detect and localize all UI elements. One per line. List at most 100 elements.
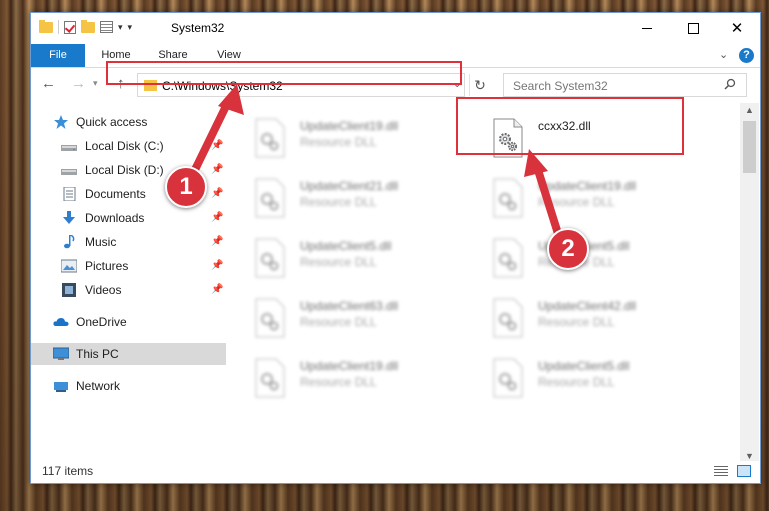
file-type: Resource DLL: [300, 255, 377, 269]
sidebar-item-label: Local Disk (D:): [85, 163, 164, 177]
pin-icon[interactable]: 📌: [211, 135, 223, 157]
pin-icon[interactable]: 📌: [211, 183, 223, 205]
sidebar-item-label: Videos: [85, 283, 122, 297]
pin-icon[interactable]: 📌: [211, 159, 223, 181]
forward-arrow-icon[interactable]: →: [71, 75, 86, 92]
maximize-button[interactable]: [670, 13, 716, 43]
file-type: Resource DLL: [300, 135, 377, 149]
list-item[interactable]: UpdateClient63.dll Resource DLL: [251, 296, 481, 352]
file-name: UpdateClient42.dll: [538, 299, 637, 313]
file-type: Resource DLL: [300, 375, 377, 389]
file-name: UpdateClient19.dll: [300, 119, 399, 133]
star-icon: [54, 115, 68, 129]
address-bar-highlight: [106, 61, 462, 85]
documents-icon: [63, 187, 76, 201]
sidebar-item-videos[interactable]: Videos 📌: [31, 279, 226, 301]
downloads-icon: [63, 211, 75, 224]
list-item[interactable]: UpdateClient42.dll Resource DLL: [489, 296, 719, 352]
sidebar-item-label: Documents: [85, 187, 146, 201]
list-item[interactable]: UpdateClient5.dll Resource DLL: [489, 356, 719, 412]
sidebar-item-music[interactable]: Music 📌: [31, 231, 226, 253]
sidebar-item-label: Network: [76, 379, 121, 393]
sidebar-item-label: Local Disk (C:): [85, 139, 164, 153]
pin-icon[interactable]: 📌: [211, 279, 223, 301]
dll-file-icon: [255, 178, 285, 218]
folder-icon[interactable]: [39, 19, 53, 33]
onedrive-icon: [53, 318, 69, 326]
back-arrow-icon[interactable]: ←: [41, 75, 56, 92]
sidebar-item-quick-access[interactable]: Quick access: [31, 111, 226, 133]
search-input[interactable]: Search System32: [513, 79, 608, 93]
tab-file[interactable]: File: [31, 44, 85, 67]
file-name: UpdateClient21.dll: [300, 179, 399, 193]
expand-ribbon-icon[interactable]: ⌄: [719, 48, 728, 61]
properties-check-icon[interactable]: [64, 20, 76, 34]
search-box[interactable]: Search System32: [503, 73, 747, 97]
scroll-up-icon[interactable]: ▲: [745, 105, 754, 115]
pin-icon[interactable]: 📌: [211, 255, 223, 277]
status-bar: 117 items: [31, 461, 760, 483]
file-type: Resource DLL: [538, 195, 615, 209]
dll-file-icon: [493, 178, 523, 218]
file-type: Resource DLL: [300, 315, 377, 329]
recent-locations-chevron-icon[interactable]: ▾: [93, 78, 98, 89]
sidebar-item-this-pc[interactable]: This PC: [31, 343, 226, 365]
list-item[interactable]: UpdateClient19.dll Resource DLL: [251, 116, 481, 172]
file-type: Resource DLL: [538, 375, 615, 389]
properties-icon[interactable]: [100, 21, 113, 33]
list-item[interactable]: UpdateClient19.dll Resource DLL: [251, 356, 481, 412]
search-icon: [724, 78, 736, 90]
dll-file-icon: [255, 118, 285, 158]
dll-file-icon: [255, 298, 285, 338]
drive-icon: [61, 169, 77, 175]
list-item[interactable]: UpdateClient5.dll Resource DLL: [251, 236, 481, 292]
file-name: UpdateClient63.dll: [300, 299, 399, 313]
sidebar-item-onedrive[interactable]: OneDrive: [31, 311, 226, 333]
file-name: UpdateClient5.dll: [300, 239, 392, 253]
file-name: UpdateClient19.dll: [538, 179, 637, 193]
dll-file-icon: [493, 298, 523, 338]
details-view-icon[interactable]: [714, 466, 728, 477]
scrollbar-thumb[interactable]: [743, 121, 756, 173]
refresh-icon[interactable]: ↻: [469, 74, 490, 96]
scroll-down-icon[interactable]: ▼: [745, 451, 754, 461]
dll-file-icon: [255, 238, 285, 278]
sidebar-item-downloads[interactable]: Downloads 📌: [31, 207, 226, 229]
pin-icon[interactable]: 📌: [211, 231, 223, 253]
videos-icon: [62, 283, 76, 297]
sidebar-item-network[interactable]: Network: [31, 375, 226, 397]
window-title: System32: [171, 21, 225, 35]
file-name: UpdateClient19.dll: [300, 359, 399, 373]
list-item[interactable]: UpdateClient19.dll Resource DLL: [489, 176, 719, 232]
sidebar-item-pictures[interactable]: Pictures 📌: [31, 255, 226, 277]
file-type: Resource DLL: [300, 195, 377, 209]
file-highlight: [456, 97, 684, 155]
file-list: UpdateClient19.dll Resource DLL UpdateCl…: [249, 106, 739, 461]
sidebar-item-label: Downloads: [85, 211, 145, 225]
quick-access-toolbar: ▾ ▾: [39, 19, 133, 34]
music-icon: [64, 235, 75, 249]
sidebar-item-label: OneDrive: [76, 315, 127, 329]
new-folder-icon[interactable]: [81, 19, 95, 33]
navigation-pane: Quick access Local Disk (C:) 📌 Local Dis…: [31, 106, 226, 466]
customize-toolbar-icon[interactable]: ▾: [128, 22, 133, 33]
help-icon[interactable]: ?: [739, 48, 754, 63]
maximize-icon: [687, 22, 699, 34]
large-icons-view-icon[interactable]: [737, 465, 751, 477]
divider: [58, 20, 59, 34]
list-item[interactable]: UpdateClient21.dll Resource DLL: [251, 176, 481, 232]
close-button[interactable]: ✕: [714, 13, 760, 43]
pin-icon[interactable]: 📌: [211, 207, 223, 229]
sidebar-item-local-disk-c[interactable]: Local Disk (C:) 📌: [31, 135, 226, 157]
dll-file-icon: [493, 238, 523, 278]
close-icon: ✕: [730, 20, 744, 37]
pictures-icon: [61, 259, 77, 273]
computer-icon: [53, 347, 69, 360]
chevron-down-icon[interactable]: ▾: [118, 22, 123, 33]
drive-icon: [61, 145, 77, 151]
minimize-button[interactable]: [624, 13, 670, 43]
vertical-scrollbar[interactable]: ▲ ▼: [740, 103, 759, 466]
list-item[interactable]: UpdateClient5.dll Resource DLL: [489, 236, 719, 292]
title-bar: ▾ ▾ System32 ✕: [31, 13, 760, 44]
item-count: 117 items: [42, 464, 94, 478]
